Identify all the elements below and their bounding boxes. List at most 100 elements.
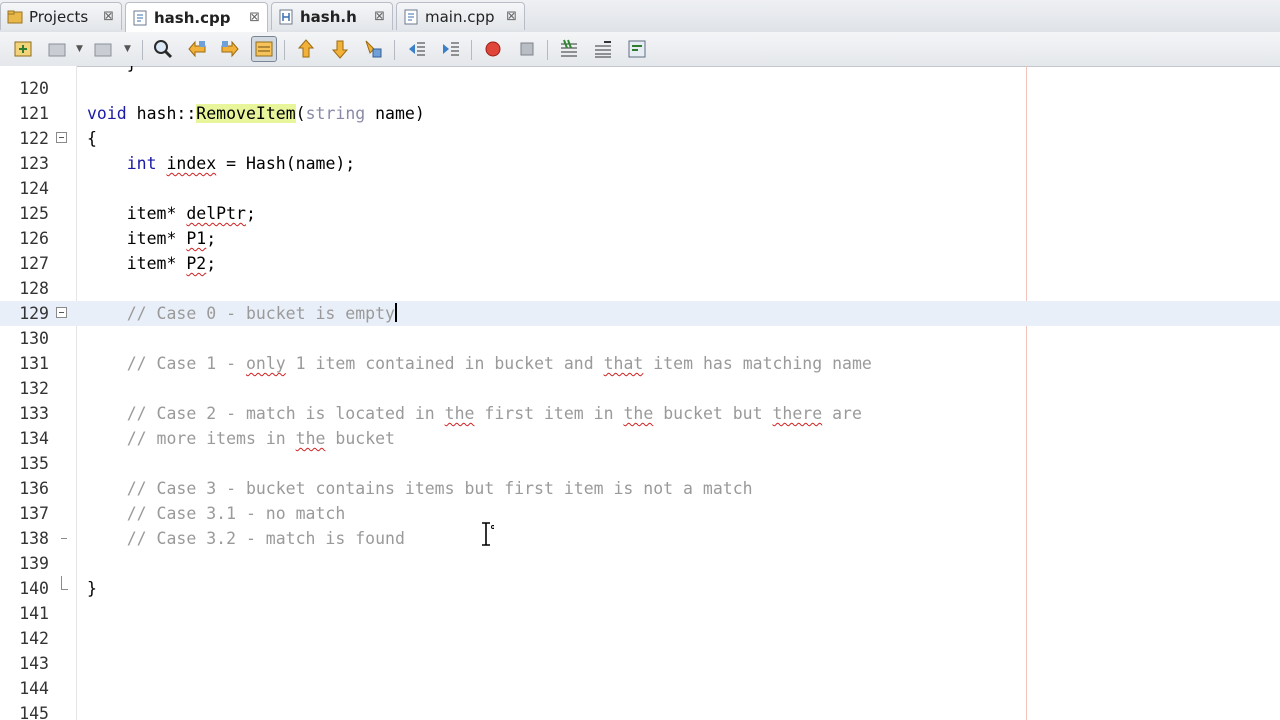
- toolbar-separator: [547, 40, 548, 60]
- editor-toolbar: ▼ ▼: [0, 32, 1280, 67]
- code-text: item* P2;: [87, 251, 216, 276]
- code-text: void hash::RemoveItem(string name): [87, 101, 425, 126]
- code-text: }: [87, 66, 137, 76]
- code-token: P1: [186, 229, 207, 248]
- line-number: 139: [19, 554, 49, 573]
- tab-label: hash.cpp: [154, 8, 231, 27]
- comment: // Case 3.1 - no match: [87, 504, 346, 523]
- line-number: 140: [19, 579, 49, 598]
- tab-close-icon[interactable]: ⊠: [249, 10, 260, 25]
- start-macro-icon[interactable]: [480, 36, 506, 62]
- code-line: 142: [0, 626, 1280, 651]
- new-project-icon[interactable]: [10, 36, 36, 62]
- fold-collapse-icon[interactable]: [56, 307, 67, 318]
- line-number: 132: [19, 379, 49, 398]
- line-number: 136: [19, 479, 49, 498]
- cpp-file-icon: [132, 10, 148, 26]
- tab-projects[interactable]: Projects ⊠: [0, 2, 122, 30]
- code-line: 123 int index = Hash(name);: [0, 151, 1280, 176]
- tab-close-icon[interactable]: ⊠: [506, 9, 517, 24]
- shift-left-icon[interactable]: [403, 36, 429, 62]
- code-token: item*: [126, 204, 187, 223]
- cpp-file-icon: [403, 9, 419, 25]
- line-number: 129: [19, 304, 49, 323]
- next-bookmark-icon[interactable]: [327, 36, 353, 62]
- tab-hash-cpp[interactable]: hash.cpp ⊠: [125, 2, 268, 32]
- code-text: item* delPtr;: [87, 201, 256, 226]
- previous-bookmark-icon[interactable]: [293, 36, 319, 62]
- code-token: hash::: [126, 104, 197, 123]
- toggle-highlight-icon[interactable]: [251, 36, 277, 62]
- chevron-down-icon[interactable]: ▼: [76, 44, 83, 54]
- tab-label: Projects: [29, 7, 89, 26]
- text-caret: [394, 303, 397, 322]
- tab-hash-h[interactable]: hash.h ⊠: [271, 2, 393, 30]
- code-token: that: [603, 354, 644, 373]
- code-token: = Hash(name);: [216, 154, 356, 173]
- toggle-bookmark-icon[interactable]: [360, 36, 386, 62]
- code-token: ;: [245, 204, 256, 223]
- tab-close-icon[interactable]: ⊠: [103, 9, 114, 24]
- line-number: 125: [19, 204, 49, 223]
- line-number: 143: [19, 654, 49, 673]
- code-token: ;: [206, 254, 217, 273]
- code-line: 141: [0, 601, 1280, 626]
- code-token: delPtr: [186, 204, 246, 223]
- code-line: 128: [0, 276, 1280, 301]
- code-token: there: [772, 404, 823, 423]
- code-line: 133 // Case 2 - match is located in the …: [0, 401, 1280, 426]
- line-number: 120: [19, 79, 49, 98]
- code-text: }: [87, 579, 97, 598]
- code-token: the: [444, 404, 475, 423]
- line-number: 130: [19, 329, 49, 348]
- line-number: 128: [19, 279, 49, 298]
- line-number: 141: [19, 604, 49, 623]
- code-token: the: [295, 429, 326, 448]
- line-number: 122: [19, 129, 49, 148]
- code-text: // Case 0 - bucket is empty: [87, 301, 397, 326]
- line-number: 124: [19, 179, 49, 198]
- find-previous-icon[interactable]: [184, 36, 210, 62]
- code-token: item*: [126, 254, 187, 273]
- header-file-icon: [278, 9, 294, 25]
- code-token: the: [623, 404, 654, 423]
- code-line: 139: [0, 551, 1280, 576]
- open-project-icon[interactable]: [44, 36, 70, 62]
- fold-collapse-icon[interactable]: [56, 132, 67, 143]
- keyword: void: [87, 104, 127, 123]
- stop-macro-icon[interactable]: [514, 36, 540, 62]
- find-icon[interactable]: [150, 36, 176, 62]
- current-code-line: 129 // Case 0 - bucket is empty: [0, 301, 1280, 326]
- find-next-icon[interactable]: [217, 36, 243, 62]
- chevron-down-icon[interactable]: ▼: [124, 44, 131, 54]
- comment: // Case 1 - only 1 item contained in buc…: [87, 351, 872, 376]
- comment-icon[interactable]: [556, 36, 582, 62]
- code-editor[interactable]: } 120 121 void hash::RemoveItem(string n…: [0, 66, 1280, 720]
- tab-main-cpp[interactable]: main.cpp ⊠: [396, 2, 525, 30]
- code-token: P2: [186, 254, 207, 273]
- toolbar-separator: [284, 40, 285, 60]
- line-number: 138: [19, 529, 49, 548]
- line-number: 131: [19, 354, 49, 373]
- code-line: 144: [0, 676, 1280, 701]
- line-number: 145: [19, 704, 49, 720]
- toolbar-separator: [471, 40, 472, 60]
- close-project-icon[interactable]: [90, 36, 116, 62]
- code-line: 143: [0, 651, 1280, 676]
- run-icon[interactable]: [624, 36, 650, 62]
- code-token: item has matching name: [643, 354, 872, 373]
- code-line: 120: [0, 76, 1280, 101]
- code-line: 127 item* P2;: [0, 251, 1280, 276]
- code-token: // Case 1 -: [126, 354, 246, 373]
- projects-icon: [7, 9, 23, 25]
- comment: // Case 0 - bucket is empty: [87, 304, 395, 323]
- code-token: 1 item contained in bucket and: [285, 354, 604, 373]
- code-token: only: [245, 354, 286, 373]
- fold-end-marker: [61, 576, 68, 590]
- uncomment-icon[interactable]: [590, 36, 616, 62]
- code-line: 124: [0, 176, 1280, 201]
- shift-right-icon[interactable]: [437, 36, 463, 62]
- tab-close-icon[interactable]: ⊠: [374, 9, 385, 24]
- type-name: string: [305, 104, 366, 123]
